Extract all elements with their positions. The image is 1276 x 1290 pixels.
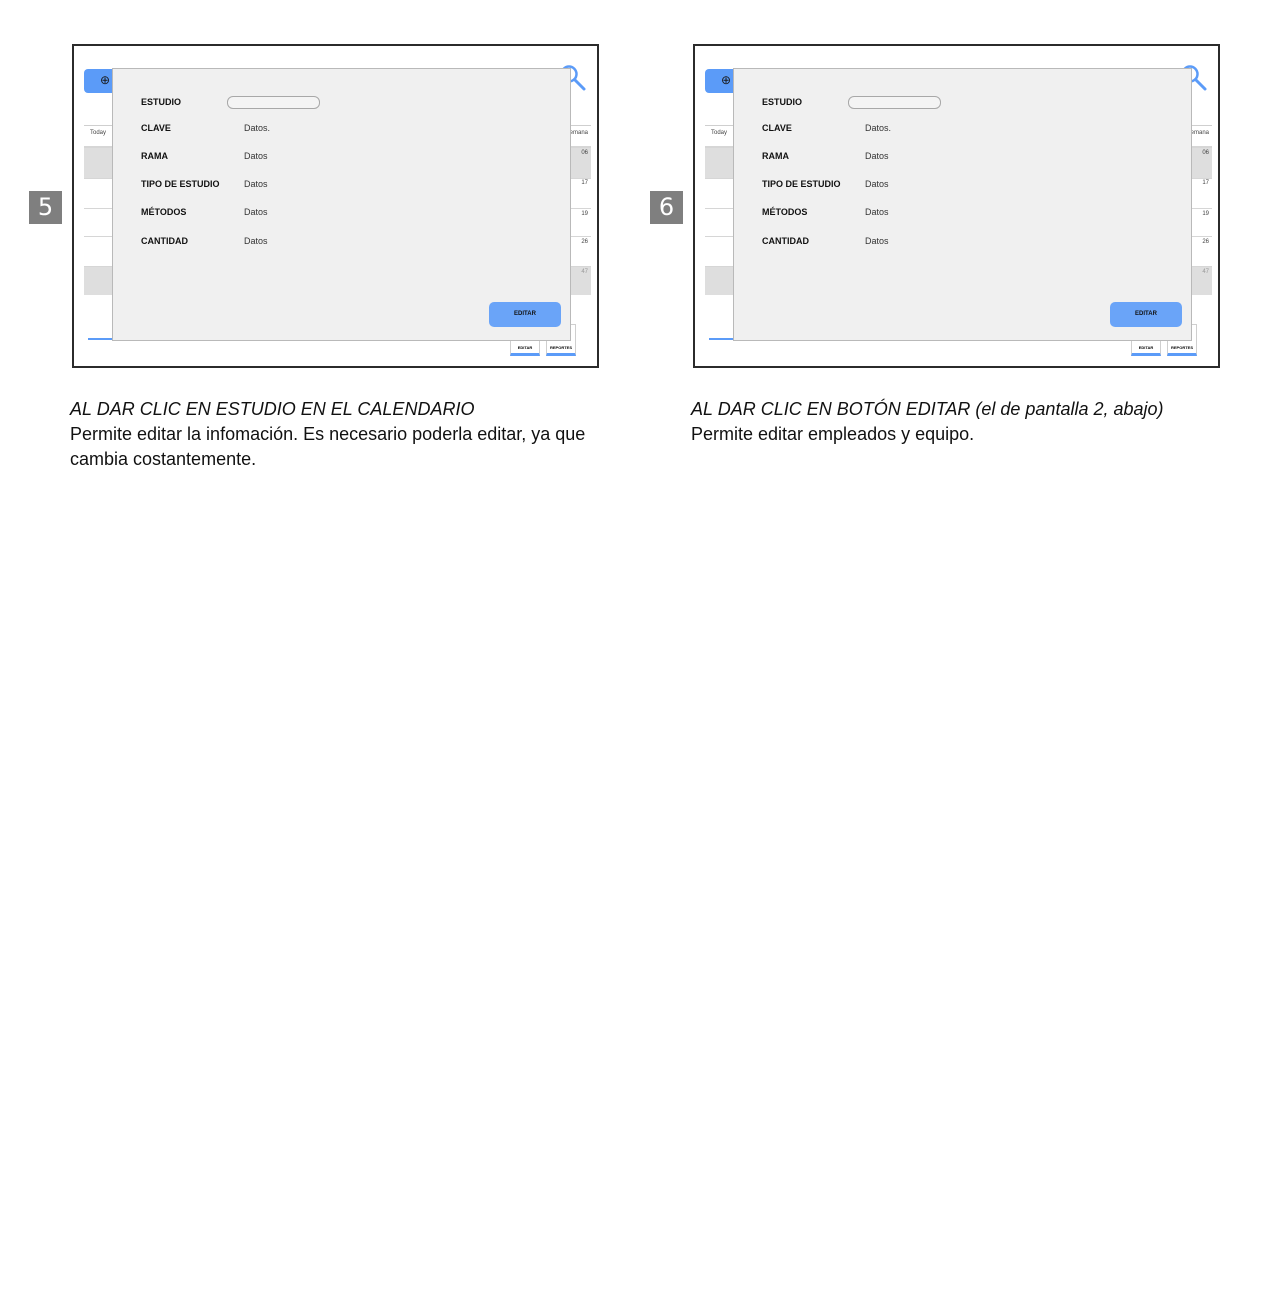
tipo-value: Datos <box>865 179 889 189</box>
caption-title: AL DAR CLIC EN BOTÓN EDITAR (el de panta… <box>691 399 1164 419</box>
rama-label: RAMA <box>141 151 168 161</box>
caption: AL DAR CLIC EN ESTUDIO EN EL CALENDARIO … <box>70 397 610 472</box>
rama-value: Datos <box>244 151 268 161</box>
metodos-value: Datos <box>244 207 268 217</box>
calendar-day: 26 <box>1202 239 1209 245</box>
cantidad-value: Datos <box>865 236 889 246</box>
cantidad-label: CANTIDAD <box>762 236 809 246</box>
calendar-day: 26 <box>581 239 588 245</box>
step-badge: 5 <box>29 191 62 224</box>
tipo-label: TIPO DE ESTUDIO <box>762 179 841 189</box>
metodos-label: MÉTODOS <box>762 207 808 217</box>
study-detail-modal: ESTUDIO CLAVE Datos. RAMA Datos TIPO DE … <box>733 68 1192 341</box>
study-label: ESTUDIO <box>141 97 182 107</box>
metodos-label: MÉTODOS <box>141 207 187 217</box>
metodos-value: Datos <box>865 207 889 217</box>
calendar-today-label[interactable]: Today <box>90 130 106 136</box>
calendar-day: 17 <box>581 180 588 186</box>
rama-label: RAMA <box>762 151 789 161</box>
rama-value: Datos <box>865 151 889 161</box>
cantidad-label: CANTIDAD <box>141 236 188 246</box>
study-input[interactable] <box>227 96 320 109</box>
calendar-day: 17 <box>1202 180 1209 186</box>
caption-title: AL DAR CLIC EN ESTUDIO EN EL CALENDARIO <box>70 399 475 419</box>
edit-button[interactable]: EDITAR <box>489 302 561 327</box>
screen-mockup: ⊕ Today Semana 06 17 19 26 47 EDITAR REP… <box>72 44 599 368</box>
plus-icon: ⊕ <box>721 73 732 87</box>
calendar-day: 19 <box>1202 211 1209 217</box>
calendar-day: 47 <box>581 269 588 275</box>
tipo-label: TIPO DE ESTUDIO <box>141 179 220 189</box>
clave-value: Datos. <box>865 123 892 133</box>
calendar-day: 06 <box>1202 150 1209 156</box>
clave-label: CLAVE <box>141 123 171 133</box>
study-input[interactable] <box>848 96 941 109</box>
calendar-day: 06 <box>581 150 588 156</box>
tipo-value: Datos <box>244 179 268 189</box>
caption-body: Permite editar la infomación. Es necesar… <box>70 424 586 469</box>
calendar-today-label[interactable]: Today <box>711 130 727 136</box>
study-detail-modal: ESTUDIO CLAVE Datos. RAMA Datos TIPO DE … <box>112 68 571 341</box>
calendar-day: 47 <box>1202 269 1209 275</box>
calendar-day: 19 <box>581 211 588 217</box>
plus-icon: ⊕ <box>100 73 111 87</box>
clave-value: Datos. <box>244 123 271 133</box>
step-badge: 6 <box>650 191 683 224</box>
caption: AL DAR CLIC EN BOTÓN EDITAR (el de panta… <box>691 397 1251 447</box>
clave-label: CLAVE <box>762 123 792 133</box>
caption-body: Permite editar empleados y equipo. <box>691 424 975 444</box>
study-label: ESTUDIO <box>762 97 803 107</box>
edit-button[interactable]: EDITAR <box>1110 302 1182 327</box>
cantidad-value: Datos <box>244 236 268 246</box>
screen-mockup: ⊕ Today Semana 06 17 19 26 47 EDITAR REP… <box>693 44 1220 368</box>
